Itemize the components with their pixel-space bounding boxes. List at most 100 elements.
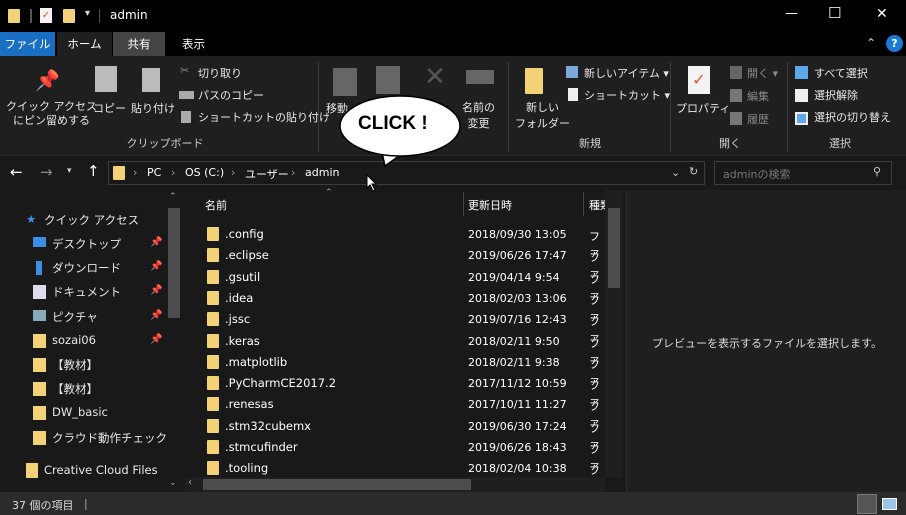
file-row[interactable]: .keras 2018/02/11 9:50 ファ xyxy=(185,332,605,366)
pin-icon[interactable]: 📌 xyxy=(150,334,162,345)
nav-item[interactable]: クラウド動作チェック xyxy=(52,430,167,446)
nav-creative-cloud[interactable]: Creative Cloud Files xyxy=(44,463,158,477)
file-row[interactable]: .eclipse 2019/06/26 17:47 ファ xyxy=(185,246,605,280)
folder-icon xyxy=(207,290,219,305)
file-row[interactable]: .jssc 2019/07/16 12:43 ファ xyxy=(185,310,605,344)
select-all-button[interactable]: すべて選択 xyxy=(814,65,868,81)
details-view-button[interactable] xyxy=(857,494,877,514)
folder-icon xyxy=(33,406,46,421)
nav-item[interactable]: sozai06 xyxy=(52,333,96,347)
navigation-pane: ★ クイック アクセス デスクトップ 📌 ダウンロード 📌 ドキュメント 📌 ピクチャ… xyxy=(0,190,183,492)
file-date: 2019/06/30 17:24 xyxy=(468,419,567,433)
nav-item[interactable]: ダウンロード xyxy=(52,260,121,276)
folder-icon xyxy=(113,166,125,180)
search-box[interactable]: adminの検索 ⚲ xyxy=(714,161,892,185)
up-button[interactable]: ↑ xyxy=(87,162,100,180)
tab-view[interactable]: 表示 xyxy=(166,32,221,56)
nav-item[interactable]: ドキュメント xyxy=(52,284,121,300)
forward-button[interactable]: → xyxy=(40,163,53,181)
file-name: .stm32cubemx xyxy=(225,418,311,433)
minimize-button[interactable]: — xyxy=(785,6,798,21)
file-row[interactable]: .gsutil 2019/04/14 9:54 ファ xyxy=(185,268,605,302)
tab-home[interactable]: ホーム xyxy=(57,32,112,56)
cut-button[interactable]: 切り取り xyxy=(198,65,242,81)
invert-selection-button[interactable]: 選択の切り替え xyxy=(814,109,891,125)
file-row[interactable]: .renesas 2017/10/11 11:27 ファ xyxy=(185,395,605,429)
sort-ascending-icon: ⌃ xyxy=(325,188,333,198)
nav-item[interactable]: DW_basic xyxy=(52,405,108,419)
file-date: 2017/11/12 10:59 xyxy=(468,377,567,391)
divider xyxy=(99,9,100,23)
help-icon[interactable]: ? xyxy=(886,35,903,52)
star-icon: ★ xyxy=(26,212,37,226)
breadcrumb-users[interactable]: ユーザー xyxy=(245,166,289,182)
nav-item[interactable]: 【教材】 xyxy=(52,357,98,373)
search-icon[interactable]: ⚲ xyxy=(873,165,881,178)
pin-icon: 📌 xyxy=(35,68,60,92)
file-row[interactable]: .stm32cubemx 2019/06/30 17:24 ファ xyxy=(185,417,605,451)
open-button[interactable]: 開く ▾ xyxy=(747,65,778,81)
qat-dropdown-icon[interactable]: ▾ xyxy=(85,8,90,19)
column-header-name[interactable]: 名前 xyxy=(205,197,227,213)
paste-shortcut-button[interactable]: ショートカットの貼り付け xyxy=(198,109,330,125)
properties-icon: ✓ xyxy=(688,66,710,94)
nav-scrollbar[interactable] xyxy=(168,208,180,318)
new-item-button[interactable]: 新しいアイテム ▾ xyxy=(584,65,669,81)
close-button[interactable]: ✕ xyxy=(876,6,888,22)
column-header-date[interactable]: 更新日時 xyxy=(468,197,512,213)
edit-button[interactable]: 編集 xyxy=(747,88,769,104)
breadcrumb-os-c[interactable]: OS (C:) xyxy=(185,166,224,179)
properties-button[interactable]: プロパティ xyxy=(676,100,730,116)
select-none-button[interactable]: 選択解除 xyxy=(814,87,858,103)
scroll-down-icon[interactable]: ⌄ xyxy=(169,478,177,488)
back-button[interactable]: ← xyxy=(10,163,23,181)
pin-icon[interactable]: 📌 xyxy=(150,285,162,296)
file-row[interactable]: .PyCharmCE2017.2 2017/11/12 10:59 ファ xyxy=(185,374,605,408)
pin-icon[interactable]: 📌 xyxy=(150,237,162,248)
creative-cloud-icon xyxy=(26,463,38,478)
tab-share[interactable]: 共有 xyxy=(113,32,165,56)
history-button[interactable]: 履歴 xyxy=(747,111,769,127)
collapse-ribbon-icon[interactable]: ⌃ xyxy=(866,36,876,50)
file-row[interactable]: .stmcufinder 2019/06/26 18:43 ファ xyxy=(185,438,605,472)
maximize-button[interactable]: ☐ xyxy=(828,4,841,22)
address-dropdown-icon[interactable]: ⌄ xyxy=(671,166,680,179)
scroll-up-icon[interactable]: ⌃ xyxy=(169,192,177,202)
pin-icon[interactable]: 📌 xyxy=(150,261,162,272)
recent-locations-button[interactable]: ▾ xyxy=(67,166,72,176)
file-row[interactable]: .idea 2018/02/03 13:06 ファ xyxy=(185,289,605,323)
nav-item[interactable]: デスクトップ xyxy=(52,236,121,252)
new-folder-qat-icon[interactable] xyxy=(63,9,75,23)
file-row[interactable]: .matplotlib 2018/02/11 9:38 ファ xyxy=(185,353,605,387)
file-row[interactable]: .config 2018/09/30 13:05 ファ xyxy=(185,225,605,259)
item-count: 37 個の項目 xyxy=(12,499,74,512)
scrollbar-thumb[interactable] xyxy=(203,479,471,490)
horizontal-scrollbar[interactable]: ‹ xyxy=(185,477,605,492)
refresh-icon[interactable]: ↻ xyxy=(689,165,698,178)
vertical-scrollbar[interactable] xyxy=(605,190,623,477)
scrollbar-thumb[interactable] xyxy=(608,208,620,288)
callout-text: CLICK ! xyxy=(358,113,428,134)
large-icons-view-button[interactable] xyxy=(882,498,897,510)
copy-button[interactable]: コピー xyxy=(93,100,126,116)
nav-quick-access[interactable]: クイック アクセス xyxy=(44,212,139,228)
nav-item[interactable]: 【教材】 xyxy=(52,381,98,397)
group-label-clipboard: クリップボード xyxy=(126,137,204,150)
file-name: .matplotlib xyxy=(225,354,288,369)
select-none-icon xyxy=(795,89,808,102)
shortcut-button[interactable]: ショートカット ▾ xyxy=(584,87,670,103)
copy-path-icon xyxy=(179,91,194,99)
paste-button[interactable]: 貼り付け xyxy=(131,100,175,116)
new-folder-button[interactable]: 新しい フォルダー xyxy=(515,100,570,132)
copy-path-button[interactable]: パスのコピー xyxy=(198,87,264,103)
pin-icon[interactable]: 📌 xyxy=(150,310,162,321)
history-icon xyxy=(730,112,742,125)
nav-item[interactable]: ピクチャ xyxy=(52,309,98,325)
breadcrumb-pc[interactable]: PC xyxy=(147,166,161,179)
scroll-left-icon[interactable]: ‹ xyxy=(188,477,192,488)
search-input[interactable]: adminの検索 xyxy=(723,166,790,182)
properties-qat-icon[interactable]: ✓ xyxy=(40,8,52,23)
tab-file[interactable]: ファイル xyxy=(0,32,55,56)
file-date: 2018/02/11 9:50 xyxy=(468,334,560,348)
pin-quick-access-button[interactable]: クイック アクセス にピン留めする xyxy=(6,100,97,128)
